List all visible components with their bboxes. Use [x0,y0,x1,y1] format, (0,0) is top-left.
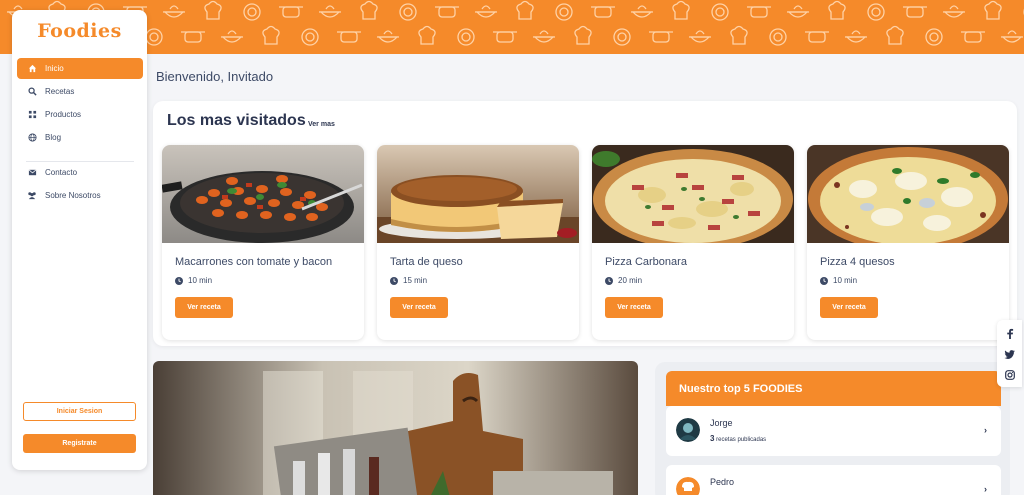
sidebar-item-label: Sobre Nosotros [45,191,101,200]
recipe-name: Pizza Carbonara [605,256,687,268]
kitchen-photo [153,361,638,495]
sidebar-item-label: Productos [45,110,82,119]
recipe-time-value: 10 min [833,276,858,285]
top-foodies-panel: Nuestro top 5 FOODIES Jorge 3 recetas pu… [655,362,1010,495]
view-recipe-button[interactable]: Ver receta [390,297,448,318]
recipe-time-value: 15 min [403,276,428,285]
avatar [676,477,700,495]
sidebar-item-sobre-nosotros[interactable]: Sobre Nosotros [17,185,143,206]
recipe-card[interactable]: Pizza Carbonara 20 min Ver receta [592,145,794,340]
recipe-time: 20 min [605,276,642,285]
view-recipe-button[interactable]: Ver receta [820,297,878,318]
see-more-link[interactable]: Ver mas [308,121,335,128]
header-banner [0,0,1024,54]
food-pattern-decoration [7,0,1024,46]
envelope-icon [27,168,37,178]
recipe-name: Pizza 4 quesos [820,256,895,268]
section-title: Los mas visitados [167,112,306,129]
foodie-name: Jorge [710,418,733,428]
cheesecake-photo [377,145,579,243]
clock-icon [175,276,183,285]
recipe-time: 15 min [390,276,427,285]
sidebar-item-blog[interactable]: Blog [17,127,143,148]
clock-icon [390,276,398,285]
register-button[interactable]: Registrate [23,434,136,453]
twitter-icon[interactable] [997,347,1022,361]
recipe-card[interactable]: Pizza 4 quesos 10 min Ver receta [807,145,1009,340]
brand-logo[interactable]: Foodies [12,20,147,42]
sidebar-item-productos[interactable]: Productos [17,104,143,125]
foodie-row[interactable]: Pedro › [666,465,1001,495]
recipe-count-suffix: recetas publicadas [716,437,767,443]
foodie-name: Pedro [710,477,735,487]
avatar [676,418,700,442]
sidebar-item-inicio[interactable]: Inicio [17,58,143,79]
most-visited-section: Los mas visitados Ver mas Macarrones con… [153,101,1017,346]
sidebar-item-label: Inicio [45,64,64,73]
recipe-card[interactable]: Macarrones con tomate y bacon 10 min Ver… [162,145,364,340]
facebook-icon[interactable] [997,326,1022,340]
recipe-name: Tarta de queso [390,256,463,268]
home-icon [27,64,37,74]
chevron-right-icon: › [984,425,987,435]
pizza-4-quesos-photo [807,145,1009,243]
recipe-time-value: 20 min [618,276,643,285]
recipe-time: 10 min [175,276,212,285]
foodie-row[interactable]: Jorge 3 recetas publicadas › [666,406,1001,456]
sidebar-item-label: Blog [45,133,62,142]
welcome-heading: Bienvenido, Invitado [156,69,274,84]
recipe-card[interactable]: Tarta de queso 15 min Ver receta [377,145,579,340]
pasta-photo [162,145,364,243]
clock-icon [605,276,613,285]
login-button[interactable]: Iniciar Sesion [23,402,136,421]
recipe-time: 10 min [820,276,857,285]
sidebar: Foodies Inicio Recetas Productos Blog Co… [12,10,147,470]
recipe-time-value: 10 min [188,276,213,285]
social-links [997,320,1022,387]
products-icon [27,110,37,120]
users-icon [27,191,37,201]
sidebar-item-label: Recetas [45,87,75,96]
sidebar-item-contacto[interactable]: Contacto [17,162,143,183]
clock-icon [820,276,828,285]
instagram-icon[interactable] [997,368,1022,382]
top-foodies-title: Nuestro top 5 FOODIES [666,371,1001,406]
view-recipe-button[interactable]: Ver receta [175,297,233,318]
sidebar-item-label: Contacto [45,168,78,177]
chevron-right-icon: › [984,484,987,494]
pizza-carbonara-photo [592,145,794,243]
recipe-name: Macarrones con tomate y bacon [175,256,333,268]
globe-icon [27,133,37,143]
recipe-count-number: 3 [710,434,715,443]
view-recipe-button[interactable]: Ver receta [605,297,663,318]
sidebar-item-recetas[interactable]: Recetas [17,81,143,102]
search-icon [27,87,37,97]
foodie-recipe-count: 3 recetas publicadas [710,434,766,443]
